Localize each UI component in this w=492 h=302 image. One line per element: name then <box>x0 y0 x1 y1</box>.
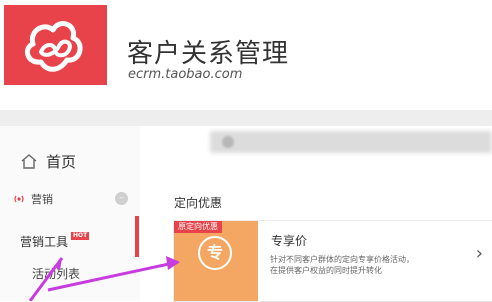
annotation-arrowhead-right <box>166 256 180 270</box>
annotation-arrows <box>28 256 180 301</box>
annotation-arrow-right <box>47 260 179 292</box>
